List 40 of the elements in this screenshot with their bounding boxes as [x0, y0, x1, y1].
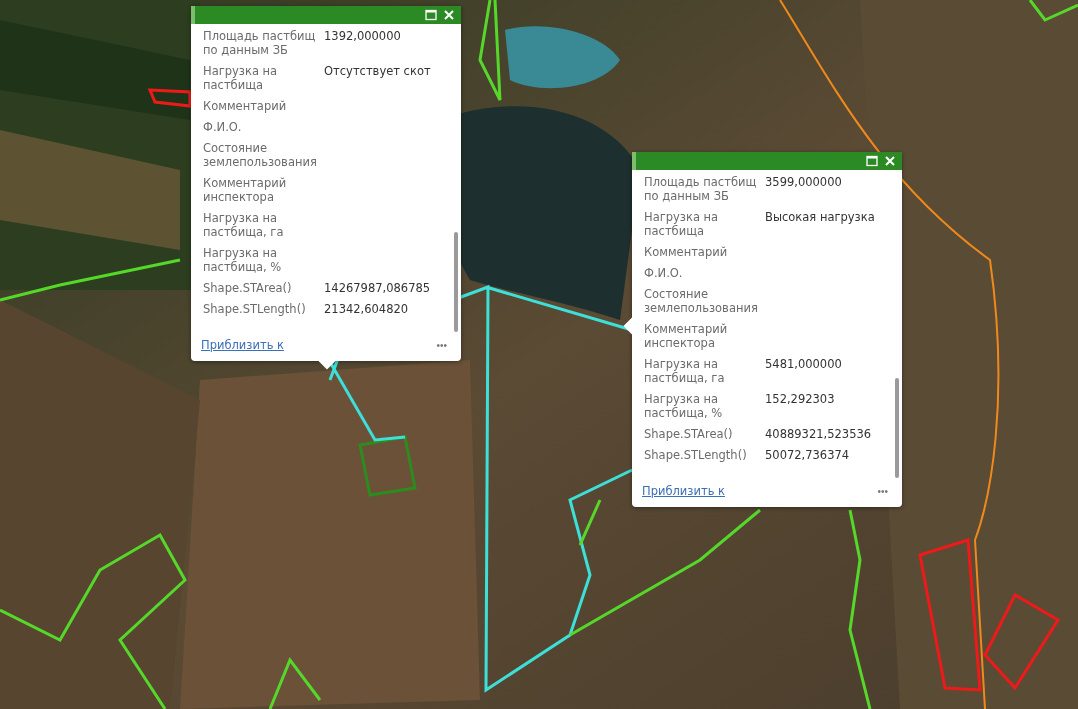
field-label: Комментарий инспектора [203, 176, 288, 204]
field-value: 50072,736374 [765, 448, 851, 462]
field-label: Shape.STArea() [203, 281, 293, 295]
more-button[interactable]: ••• [436, 339, 447, 351]
field-label: Состояние землепользования [644, 287, 759, 315]
field-label: Комментарий [203, 99, 288, 113]
maximize-icon[interactable] [425, 9, 437, 21]
field-value: Отсутствует скот [324, 64, 432, 80]
field-label: Ф.И.О. [644, 266, 684, 280]
close-icon[interactable] [884, 155, 896, 167]
field-value: 152,292303 [765, 392, 836, 408]
more-button[interactable]: ••• [877, 485, 888, 497]
field-label: Нагрузка на пастбища, % [203, 246, 283, 274]
zoom-to-link[interactable]: Приблизить к [201, 338, 284, 352]
field-label: Комментарий инспектора [644, 322, 729, 350]
field-label: Shape.STArea() [644, 427, 734, 441]
scrollbar[interactable] [895, 378, 899, 478]
field-label: Нагрузка на пастбища, га [203, 211, 285, 239]
field-value: 14267987,086785 [324, 281, 432, 295]
close-icon[interactable] [443, 9, 455, 21]
field-label: Состояние землепользования [203, 141, 318, 169]
scrollbar[interactable] [454, 232, 458, 332]
field-label: Shape.STLength() [203, 302, 307, 316]
field-label: Ф.И.О. [203, 120, 243, 134]
field-label: Нагрузка на пастбища, % [644, 392, 724, 420]
field-label: Нагрузка на пастбища [203, 64, 279, 92]
field-label: Нагрузка на пастбища [644, 210, 720, 238]
field-label: Площадь пастбищ по данным ЗБ [203, 29, 317, 57]
field-value: Высокая нагрузка [765, 210, 876, 226]
field-value: 5481,000000 [765, 357, 843, 373]
field-label: Комментарий [644, 245, 729, 259]
maximize-icon[interactable] [866, 155, 878, 167]
field-value: 21342,604820 [324, 302, 410, 316]
field-value: 3599,000000 [765, 175, 843, 191]
field-label: Нагрузка на пастбища, га [644, 357, 726, 385]
field-value: 1392,000000 [324, 29, 402, 45]
field-label: Площадь пастбищ по данным ЗБ [644, 175, 758, 203]
field-label: Shape.STLength() [644, 448, 748, 462]
zoom-to-link[interactable]: Приблизить к [642, 484, 725, 498]
field-value: 40889321,523536 [765, 427, 873, 441]
